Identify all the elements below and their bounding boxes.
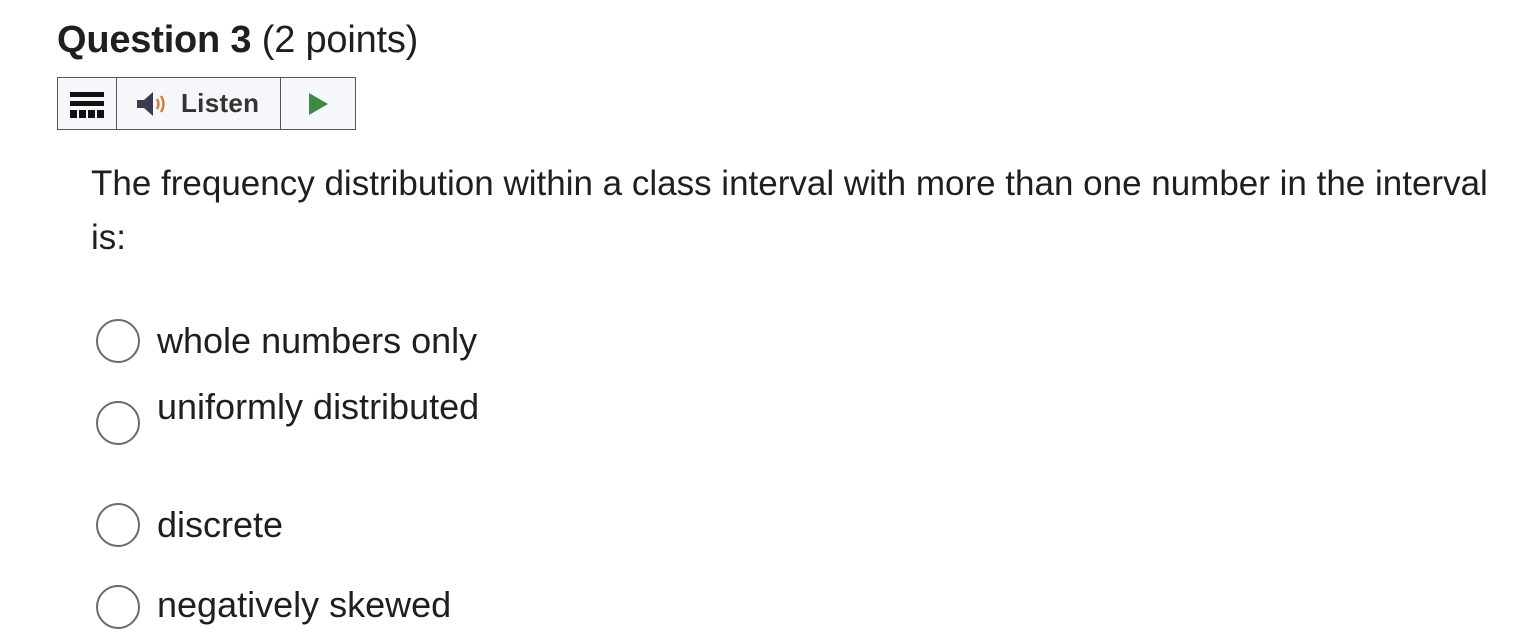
toolbar-menu-button[interactable] <box>58 78 117 129</box>
question-title: Question 3 <box>57 19 252 61</box>
radio-button[interactable] <box>96 401 140 445</box>
question-text: The frequency distribution within a clas… <box>91 164 1488 257</box>
play-icon <box>309 92 328 115</box>
play-button[interactable] <box>281 78 355 129</box>
speaker-icon <box>137 91 165 116</box>
question-points: (2 points) <box>261 19 419 61</box>
listen-label: Listen <box>181 88 260 118</box>
question-header: Question 3 (2 points) <box>57 16 418 64</box>
answer-option[interactable]: discrete <box>96 503 283 547</box>
readspeaker-toolbar: Listen <box>57 77 356 130</box>
listen-button[interactable]: Listen <box>117 78 281 129</box>
answer-option[interactable]: negatively skewed <box>96 583 451 629</box>
radio-button[interactable] <box>96 503 140 547</box>
answer-option[interactable]: whole numbers only <box>96 319 477 363</box>
radio-button[interactable] <box>96 319 140 363</box>
radio-button[interactable] <box>96 585 140 629</box>
answer-label[interactable]: whole numbers only <box>157 319 477 363</box>
answer-label[interactable]: uniformly distributed <box>157 385 479 429</box>
answer-label[interactable]: discrete <box>157 503 283 547</box>
answer-option[interactable]: uniformly distributed <box>96 385 479 445</box>
hamburger-menu-icon <box>70 91 104 118</box>
answer-label[interactable]: negatively skewed <box>157 583 451 627</box>
